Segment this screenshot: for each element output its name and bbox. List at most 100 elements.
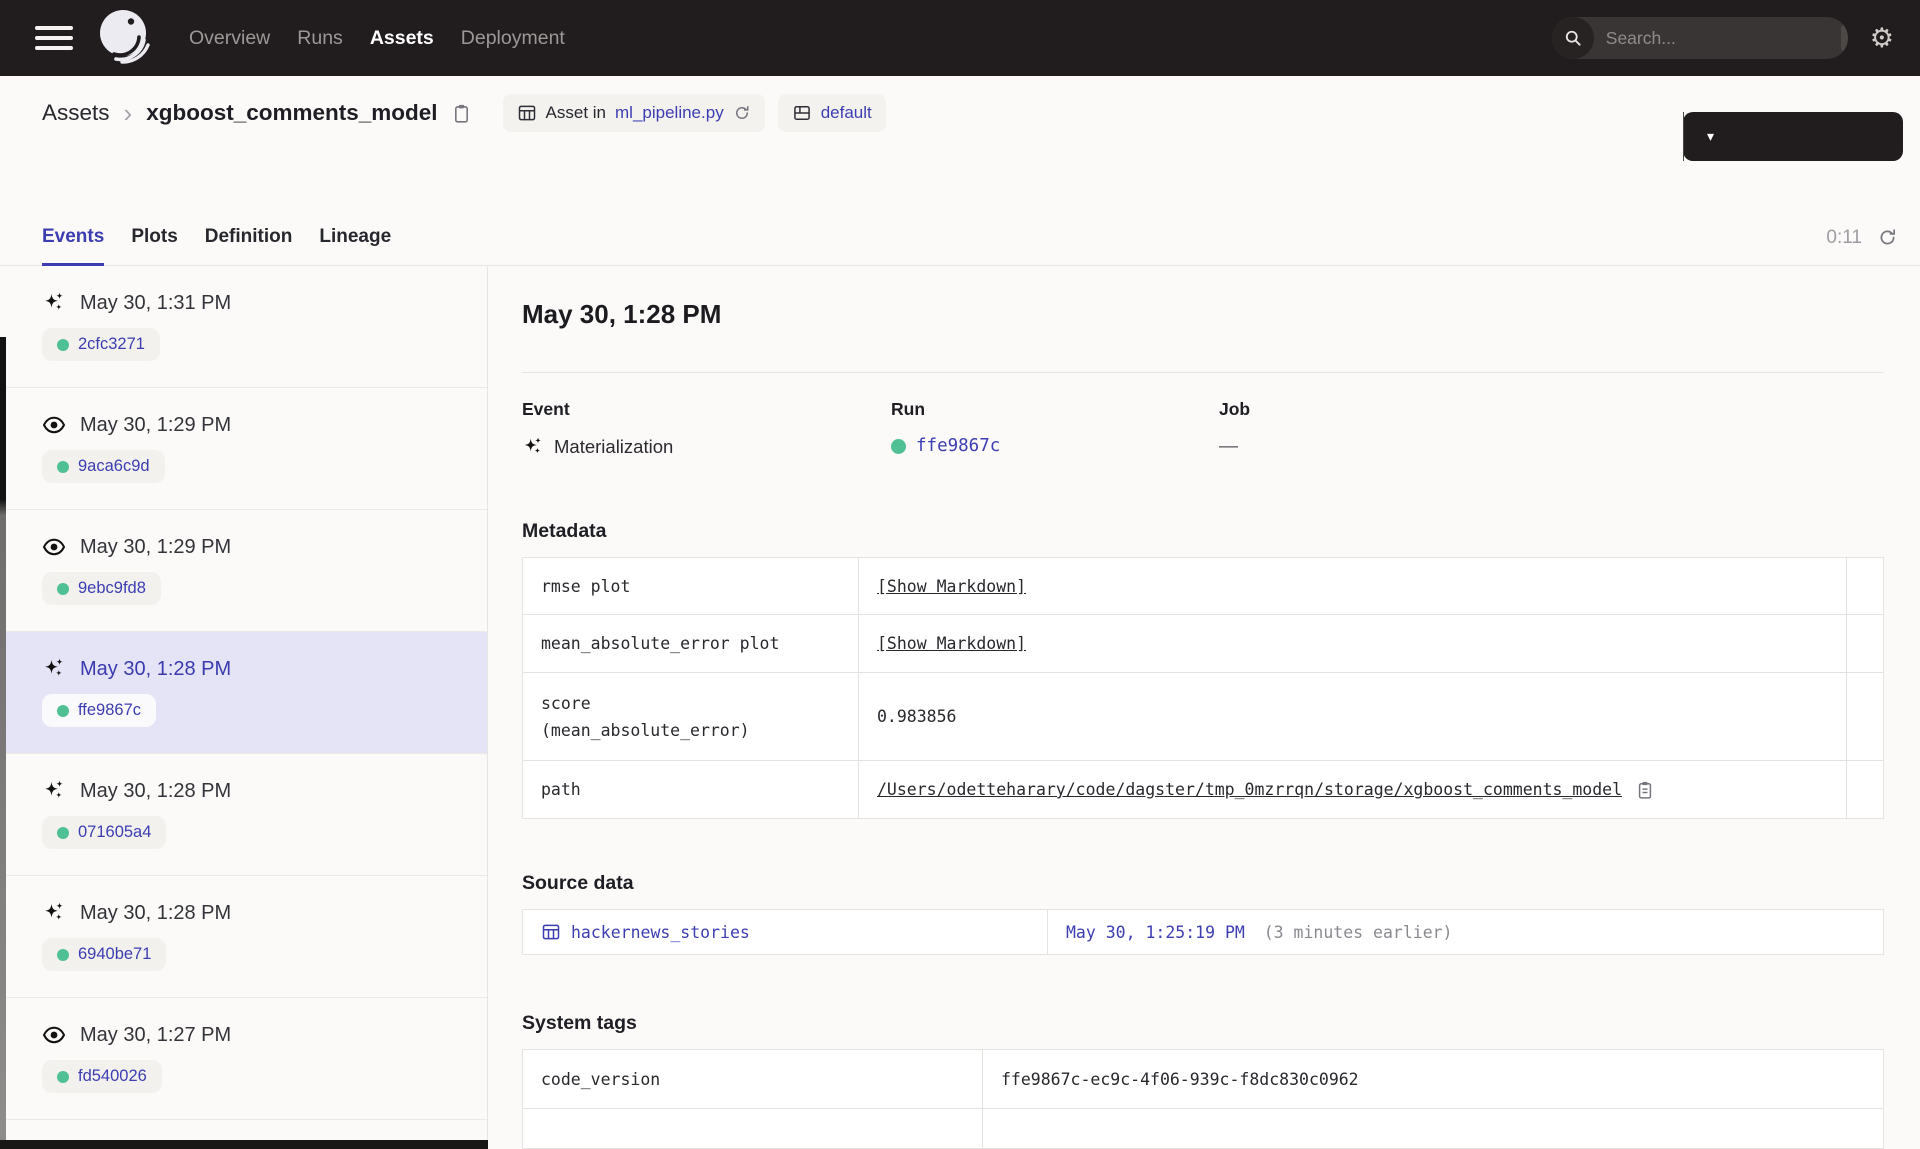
run-column-label: Run bbox=[891, 399, 926, 419]
materialization-sparkle-icon bbox=[524, 437, 542, 454]
copy-asset-name-icon[interactable] bbox=[451, 103, 472, 124]
search-input[interactable] bbox=[1593, 27, 1841, 49]
run-status-dot bbox=[57, 338, 69, 351]
materialize-split-button: Materialize ▾ bbox=[1683, 112, 1903, 161]
event-list-item[interactable]: May 30, 1:28 PM 071605a4 bbox=[0, 754, 487, 876]
asset-in-label: Asset in bbox=[545, 103, 607, 122]
run-status-dot bbox=[57, 582, 69, 595]
group-default-link[interactable]: default bbox=[821, 103, 872, 123]
event-time: May 30, 1:28 PM bbox=[80, 901, 232, 924]
nav-overview[interactable]: Overview bbox=[189, 27, 270, 50]
event-list-item-selected[interactable]: May 30, 1:28 PM ffe9867c bbox=[0, 632, 487, 754]
observation-eye-icon bbox=[42, 1026, 66, 1044]
metadata-key: path bbox=[522, 760, 859, 819]
gear-icon[interactable]: ⚙ bbox=[1870, 25, 1894, 52]
event-list-item[interactable]: May 30, 1:28 PM 6940be71 bbox=[0, 876, 487, 998]
materialization-sparkle-icon bbox=[45, 780, 63, 798]
pipeline-file-link[interactable]: ml_pipeline.py bbox=[615, 103, 724, 123]
run-status-dot bbox=[57, 1070, 69, 1083]
event-detail-title: May 30, 1:28 PM bbox=[522, 299, 722, 329]
breadcrumb-separator: › bbox=[123, 97, 133, 128]
search-shortcut-key: / bbox=[1840, 23, 1848, 53]
nav-assets[interactable]: Assets bbox=[370, 27, 434, 50]
event-list-item[interactable]: May 30, 1:27 PM fd540026 bbox=[0, 998, 487, 1120]
event-time: May 30, 1:29 PM bbox=[80, 535, 232, 558]
tag-key: code_version bbox=[522, 1049, 983, 1109]
source-data-table: hackernews_stories May 30, 1:25:19 PM (3… bbox=[522, 909, 1884, 955]
event-type-value: Materialization bbox=[554, 436, 674, 457]
event-list-item[interactable]: May 30, 1:29 PM 9ebc9fd8 bbox=[0, 510, 487, 632]
observation-eye-icon bbox=[42, 416, 66, 434]
caret-down-icon: ▾ bbox=[1706, 128, 1715, 144]
run-status-dot bbox=[57, 948, 69, 961]
run-id-badge[interactable]: 071605a4 bbox=[42, 816, 167, 849]
job-column-label: Job bbox=[1219, 399, 1251, 419]
refresh-countdown: 0:11 bbox=[1826, 226, 1862, 248]
table-row: rmse plot [Show Markdown] bbox=[522, 557, 1884, 615]
asset-group-badge[interactable]: default bbox=[777, 94, 886, 132]
source-materialization-time-link[interactable]: May 30, 1:25:19 PM bbox=[1066, 923, 1245, 942]
breadcrumb-assets-link[interactable]: Assets bbox=[42, 100, 110, 126]
table-row bbox=[522, 1108, 1884, 1149]
table-row: hackernews_stories May 30, 1:25:19 PM (3… bbox=[522, 909, 1884, 955]
metadata-heading: Metadata bbox=[522, 520, 607, 542]
tag-value: ffe9867c-ec9c-4f06-939c-f8dc830c0962 bbox=[982, 1049, 1884, 1109]
run-id-badge[interactable]: 2cfc3271 bbox=[42, 328, 160, 361]
copy-path-icon[interactable] bbox=[1635, 780, 1655, 800]
upstream-asset-link[interactable]: hackernews_stories bbox=[541, 922, 1047, 942]
run-status-dot bbox=[57, 460, 69, 473]
event-time: May 30, 1:31 PM bbox=[80, 291, 232, 314]
nav-deployment[interactable]: Deployment bbox=[461, 27, 565, 50]
metadata-value: 0.983856 bbox=[858, 672, 1847, 761]
run-id-badge[interactable]: fd540026 bbox=[42, 1060, 162, 1093]
table-row: mean_absolute_error plot [Show Markdown] bbox=[522, 614, 1884, 673]
table-row: score (mean_absolute_error) 0.983856 bbox=[522, 672, 1884, 761]
event-list-item[interactable]: May 30, 1:29 PM 9aca6c9d bbox=[0, 388, 487, 510]
refresh-icon[interactable] bbox=[1877, 227, 1898, 248]
event-time: May 30, 1:27 PM bbox=[80, 1023, 232, 1046]
run-status-dot bbox=[891, 438, 906, 454]
event-time: May 30, 1:28 PM bbox=[80, 657, 232, 680]
primary-nav: Overview Runs Assets Deployment bbox=[189, 27, 565, 50]
breadcrumb: Assets › xgboost_comments_model Asset in… bbox=[42, 90, 886, 136]
tab-events[interactable]: Events bbox=[42, 210, 105, 266]
storage-path-link[interactable]: /Users/odetteharary/code/dagster/tmp_0mz… bbox=[877, 780, 1622, 799]
show-markdown-link[interactable]: [Show Markdown] bbox=[877, 577, 1026, 596]
search-icon bbox=[1551, 17, 1594, 59]
materialization-sparkle-icon bbox=[45, 902, 63, 920]
metadata-key: mean_absolute_error plot bbox=[522, 614, 859, 673]
run-status-dot bbox=[57, 704, 69, 717]
run-id-link[interactable]: ffe9867c bbox=[916, 436, 1000, 456]
tab-lineage[interactable]: Lineage bbox=[319, 210, 391, 266]
system-tags-table: code_version ffe9867c-ec9c-4f06-939c-f8d… bbox=[522, 1049, 1884, 1149]
event-column-label: Event bbox=[522, 399, 570, 419]
top-nav: Overview Runs Assets Deployment / ⚙ bbox=[0, 0, 1920, 76]
reload-code-icon[interactable] bbox=[733, 104, 751, 122]
nav-runs[interactable]: Runs bbox=[297, 27, 343, 50]
metadata-key: rmse plot bbox=[522, 557, 859, 615]
event-detail-panel: May 30, 1:28 PM Event Materialization Ru… bbox=[489, 266, 1920, 1149]
run-id-badge[interactable]: 9aca6c9d bbox=[42, 450, 165, 483]
materialize-dropdown-button[interactable]: ▾ bbox=[1683, 112, 1737, 161]
dagster-logo-icon[interactable] bbox=[95, 7, 153, 69]
system-tags-heading: System tags bbox=[522, 1012, 637, 1034]
event-time: May 30, 1:28 PM bbox=[80, 779, 232, 802]
run-id-badge[interactable]: 9ebc9fd8 bbox=[42, 572, 161, 605]
asset-group-icon bbox=[793, 106, 810, 120]
table-icon bbox=[542, 924, 560, 940]
tab-definition[interactable]: Definition bbox=[205, 210, 293, 266]
event-list-item[interactable]: May 30, 1:31 PM 2cfc3271 bbox=[0, 266, 487, 388]
search-bar[interactable]: / bbox=[1551, 17, 1848, 59]
run-id-badge[interactable]: ffe9867c bbox=[42, 694, 157, 727]
window-edge-artifact bbox=[0, 337, 6, 1149]
table-row: path /Users/odetteharary/code/dagster/tm… bbox=[522, 760, 1884, 819]
run-id-badge[interactable]: 6940be71 bbox=[42, 938, 167, 971]
asset-location-badge[interactable]: Asset in ml_pipeline.py bbox=[502, 94, 765, 132]
run-status-dot bbox=[57, 826, 69, 839]
hamburger-menu-icon[interactable] bbox=[35, 20, 73, 56]
table-row: code_version ffe9867c-ec9c-4f06-939c-f8d… bbox=[522, 1049, 1884, 1109]
asset-tabs: Events Plots Definition Lineage 0:11 bbox=[0, 210, 1920, 266]
app-window: Overview Runs Assets Deployment / ⚙ Asse… bbox=[0, 0, 1920, 1149]
tab-plots[interactable]: Plots bbox=[131, 210, 177, 266]
show-markdown-link[interactable]: [Show Markdown] bbox=[877, 634, 1026, 653]
